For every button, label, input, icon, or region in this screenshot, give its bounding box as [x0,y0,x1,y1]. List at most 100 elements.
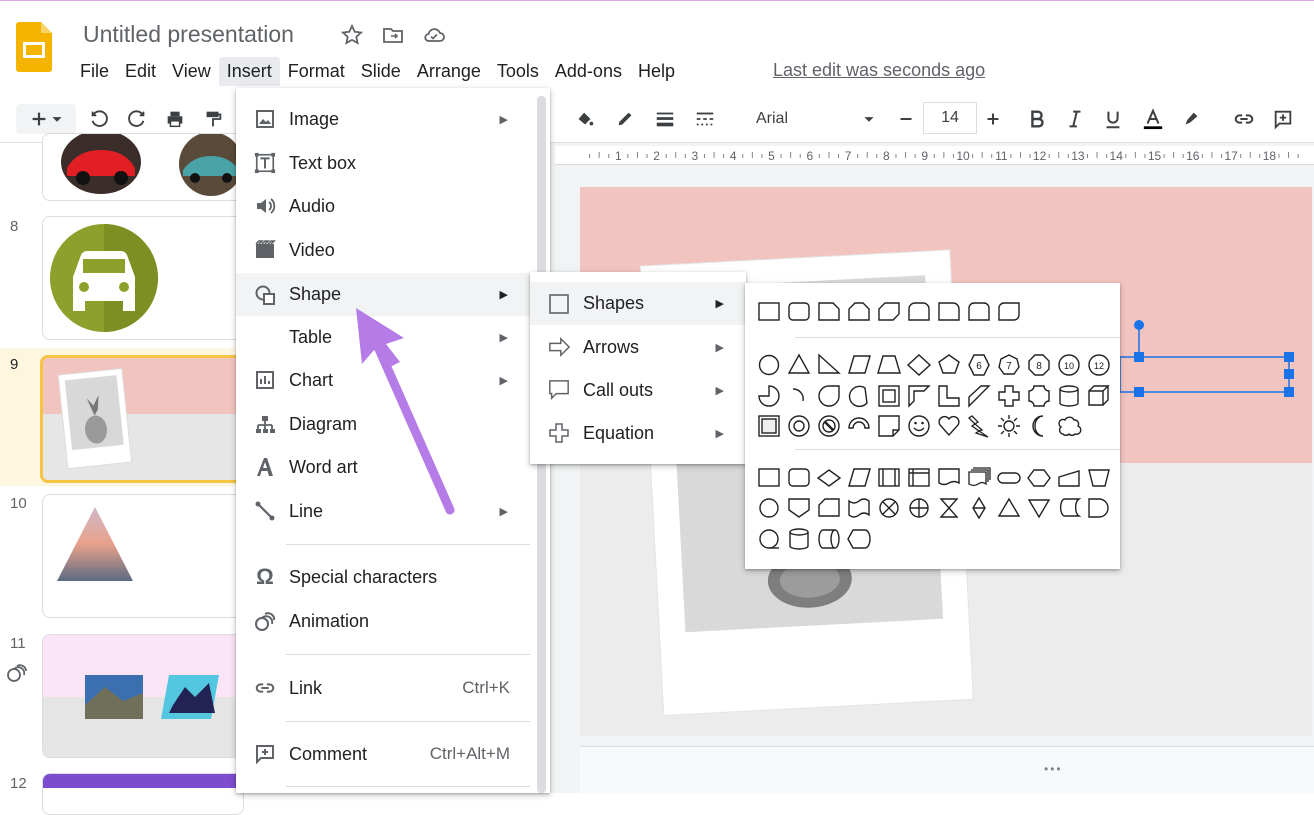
insert-comment-item[interactable]: Comment Ctrl+Alt+M [236,734,530,774]
rounded-rectangle-shape-icon[interactable] [785,299,815,325]
snip-diagonal-rectangle-shape-icon[interactable] [875,299,905,325]
flowchart-punched-tape-shape-icon[interactable] [845,495,875,521]
diagonal-stripe-shape-icon[interactable] [965,383,995,409]
font-size-input[interactable]: 14 [923,102,977,134]
can-shape-icon[interactable] [1055,383,1085,409]
insert-text-box-item[interactable]: Text box [236,143,530,183]
cloud-shape-icon[interactable] [1055,413,1085,439]
decagon-shape-icon[interactable]: 10 [1055,352,1085,378]
flowchart-collate-shape-icon[interactable] [935,495,965,521]
insert-special-characters-item[interactable]: Ω Special characters [236,557,530,597]
flowchart-display-shape-icon[interactable] [845,526,875,552]
insert-animation-item[interactable]: Animation [236,601,530,641]
bold-button[interactable] [1024,104,1050,134]
paint-format-button[interactable] [200,104,226,134]
add-comment-button[interactable] [1270,104,1296,134]
arrows-item[interactable]: Arrows ▶ [530,327,746,367]
heptagon-shape-icon[interactable]: 7 [995,352,1025,378]
redo-button[interactable] [124,104,150,134]
flowchart-decision-shape-icon[interactable] [815,465,845,491]
new-slide-button[interactable] [16,104,76,134]
text-color-button[interactable] [1138,104,1168,134]
frame-shape-icon[interactable] [875,383,905,409]
flowchart-sort-shape-icon[interactable] [965,495,995,521]
menu-format[interactable]: Format [280,57,353,86]
rectangle-shape-icon[interactable] [755,299,785,325]
no-symbol-shape-icon[interactable] [815,413,845,439]
menu-tools[interactable]: Tools [489,57,547,86]
folded-corner-shape-icon[interactable] [875,413,905,439]
pie-shape-icon[interactable] [755,383,785,409]
menu-edit[interactable]: Edit [117,57,164,86]
menu-help[interactable]: Help [630,57,683,86]
chord-shape-icon[interactable] [845,383,875,409]
snip-same-side-rectangle-shape-icon[interactable] [845,299,875,325]
snip-corner-rectangle-shape-icon[interactable] [815,299,845,325]
plaque-shape-icon[interactable] [1025,383,1055,409]
hexagon-shape-icon[interactable]: 6 [965,352,995,378]
insert-video-item[interactable]: Video [236,230,530,270]
presentation-title[interactable]: Untitled presentation [83,21,294,48]
round-corner-rectangle-shape-icon[interactable] [935,299,965,325]
right-triangle-shape-icon[interactable] [815,352,845,378]
flowchart-multidocument-shape-icon[interactable] [965,465,995,491]
flowchart-manual-input-shape-icon[interactable] [1055,465,1085,491]
border-color-button[interactable] [612,104,638,134]
flowchart-stored-data-shape-icon[interactable] [1055,495,1085,521]
menu-slide[interactable]: Slide [353,57,409,86]
menu-file[interactable]: File [72,57,117,86]
slide-thumbnail-7[interactable] [42,133,244,201]
flowchart-process-shape-icon[interactable] [755,465,785,491]
insert-link-item[interactable]: Link Ctrl+K [236,668,530,708]
undo-button[interactable] [86,104,112,134]
flowchart-terminator-shape-icon[interactable] [995,465,1025,491]
cloud-saved-icon[interactable] [422,23,446,47]
flowchart-direct-access-storage-shape-icon[interactable] [815,526,845,552]
flowchart-magnetic-disk-shape-icon[interactable] [785,526,815,552]
donut-shape-icon[interactable] [785,413,815,439]
flowchart-or-shape-icon[interactable] [905,495,935,521]
menu-add-ons[interactable]: Add-ons [547,57,630,86]
plus-shape-icon[interactable] [995,383,1025,409]
font-selector[interactable]: Arial [745,104,880,134]
half-frame-shape-icon[interactable] [905,383,935,409]
sun-shape-icon[interactable] [995,413,1025,439]
heart-shape-icon[interactable] [935,413,965,439]
triangle-shape-icon[interactable] [785,352,815,378]
menu-insert[interactable]: Insert [218,56,280,86]
l-shape-icon[interactable] [935,383,965,409]
flowchart-extract-shape-icon[interactable] [995,495,1025,521]
smiley-face-shape-icon[interactable] [905,413,935,439]
flowchart-card-shape-icon[interactable] [815,495,845,521]
trapezoid-shape-icon[interactable] [875,352,905,378]
diamond-shape-icon[interactable] [905,352,935,378]
parallelogram-shape-icon[interactable] [845,352,875,378]
lightning-bolt-shape-icon[interactable] [965,413,995,439]
flowchart-connector-shape-icon[interactable] [755,495,785,521]
flowchart-predefined-process-shape-icon[interactable] [875,465,905,491]
star-icon[interactable] [340,23,364,47]
menu-view[interactable]: View [164,57,219,86]
menu-arrange[interactable]: Arrange [409,57,489,86]
flowchart-manual-operation-shape-icon[interactable] [1085,465,1115,491]
round-diagonal-rectangle-shape-icon[interactable] [995,299,1025,325]
arc-shape-icon[interactable] [785,383,815,409]
round-same-side-rectangle-shape-icon[interactable] [965,299,995,325]
callouts-item[interactable]: Call outs ▶ [530,370,746,410]
block-arc-shape-icon[interactable] [845,413,875,439]
resize-handle-icon[interactable]: ••• [1044,762,1063,776]
round-snip-rectangle-shape-icon[interactable] [905,299,935,325]
flowchart-summing-junction-shape-icon[interactable] [875,495,905,521]
oval-shape-icon[interactable] [755,352,785,378]
print-button[interactable] [162,104,188,134]
bevel-shape-icon[interactable] [755,413,785,439]
border-weight-button[interactable] [652,104,678,134]
flowchart-sequential-access-storage-shape-icon[interactable] [755,526,785,552]
flowchart-delay-shape-icon[interactable] [1085,495,1115,521]
italic-button[interactable] [1062,104,1088,134]
increase-font-size-button[interactable] [978,104,1008,134]
slide-thumbnail-12[interactable] [42,773,244,815]
move-folder-icon[interactable] [381,23,405,47]
slides-logo-icon[interactable] [16,22,52,72]
slide-thumbnail-10[interactable] [42,494,244,618]
